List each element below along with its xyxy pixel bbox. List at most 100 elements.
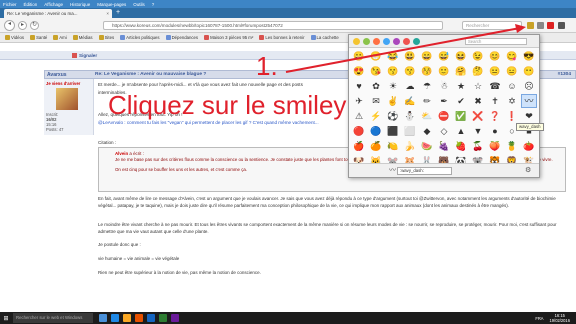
- emoji-cell[interactable]: ⬛: [385, 124, 401, 138]
- menu-item[interactable]: Fichier: [3, 2, 17, 7]
- post-author[interactable]: Avarxus: [47, 72, 67, 78]
- word-icon[interactable]: [147, 314, 155, 322]
- menu-item[interactable]: Historique: [70, 2, 90, 7]
- emoji-cell[interactable]: 🍌: [402, 139, 418, 153]
- food-category-icon[interactable]: [373, 38, 380, 45]
- emoji-cell[interactable]: ☀: [385, 79, 401, 93]
- emoji-cell[interactable]: 🍅: [521, 139, 537, 153]
- emoji-cell[interactable]: ❗: [504, 109, 520, 123]
- emoji-cell[interactable]: ✖: [470, 94, 486, 108]
- emoji-cell[interactable]: 😶: [521, 64, 537, 78]
- menu-icon[interactable]: [558, 22, 565, 29]
- bookmark-item[interactable]: Articles politiques: [118, 35, 161, 40]
- emoji-cell[interactable]: 😆: [453, 49, 469, 63]
- emoji-cell[interactable]: ●: [487, 124, 503, 138]
- url-bar[interactable]: https://www.koreus.com/modules/newbb/top…: [103, 21, 443, 30]
- browser-tab[interactable]: Re: Le Veganisme : Avenir ou ma... ×: [4, 9, 112, 18]
- emoji-cell[interactable]: ◇: [436, 124, 452, 138]
- firefox-icon[interactable]: [135, 314, 143, 322]
- emoji-cell[interactable]: 🙂: [436, 64, 452, 78]
- emoji-cell[interactable]: ⛔: [436, 109, 452, 123]
- emoji-cell[interactable]: 🍒: [470, 139, 486, 153]
- emoji-cell[interactable]: 😊: [487, 49, 503, 63]
- gear-icon[interactable]: ⚙: [525, 167, 531, 175]
- emoji-cell[interactable]: 🤗: [453, 64, 469, 78]
- bookmark-item[interactable]: Maison 3 pièces 95 m²: [202, 35, 255, 40]
- menu-item[interactable]: Édition: [24, 2, 38, 7]
- emoji-cell[interactable]: 🍊: [368, 139, 384, 153]
- flags-category-icon[interactable]: [413, 38, 420, 45]
- close-icon[interactable]: ×: [106, 11, 109, 16]
- emoji-cell[interactable]: 😗: [385, 64, 401, 78]
- windows-start-icon[interactable]: ⊞: [0, 312, 12, 324]
- emoji-cell[interactable]: 😃: [402, 49, 418, 63]
- post-title[interactable]: Re: Le Veganisme : Avenir ou mauvaise bl…: [95, 72, 206, 77]
- emoji-cell[interactable]: 🍍: [504, 139, 520, 153]
- addon-icon[interactable]: [547, 22, 554, 29]
- emoji-cell[interactable]: ♥: [351, 79, 367, 93]
- emoji-cell[interactable]: 🍉: [419, 139, 435, 153]
- emoji-cell[interactable]: ❌: [470, 109, 486, 123]
- emoji-cell[interactable]: ⛅: [419, 109, 435, 123]
- emoji-cell[interactable]: ✈: [351, 94, 367, 108]
- bookmark-star-icon[interactable]: [527, 22, 534, 29]
- emoji-code-field[interactable]: :wavy_dash:: [397, 167, 452, 175]
- emoji-cell[interactable]: ✉: [368, 94, 384, 108]
- edge-icon[interactable]: [111, 314, 119, 322]
- emoji-cell[interactable]: ☆: [470, 79, 486, 93]
- excel-icon[interactable]: [159, 314, 167, 322]
- emoji-cell[interactable]: ⚽: [385, 109, 401, 123]
- emoji-cell[interactable]: ✝: [487, 94, 503, 108]
- menu-item[interactable]: Outils: [133, 2, 145, 7]
- emoji-cell[interactable]: ⬜: [402, 124, 418, 138]
- emoji-cell[interactable]: 🍎: [351, 139, 367, 153]
- emoji-cell[interactable]: ◆: [419, 124, 435, 138]
- emoji-cell[interactable]: ☂: [419, 79, 435, 93]
- bookmark-item[interactable]: Dépendances: [164, 35, 201, 40]
- bookmark-item[interactable]: Médias: [71, 35, 95, 40]
- emoji-cell[interactable]: ⚡: [368, 109, 384, 123]
- bookmark-item[interactable]: Santé: [28, 35, 49, 40]
- emoji-cell[interactable]: ☺: [504, 79, 520, 93]
- emoji-cell[interactable]: 🤔: [470, 64, 486, 78]
- emoji-cell[interactable]: ☹: [521, 79, 537, 93]
- emoji-cell[interactable]: ✒: [436, 94, 452, 108]
- objects-category-icon[interactable]: [393, 38, 400, 45]
- emoji-cell[interactable]: 😚: [419, 64, 435, 78]
- bookmark-item[interactable]: Les bonnes à retenir: [257, 35, 306, 40]
- emoji-cell[interactable]: 🍇: [436, 139, 452, 153]
- emoji-cell[interactable]: 😐: [487, 64, 503, 78]
- bookmark-item[interactable]: Vidéos: [3, 35, 26, 40]
- clock[interactable]: 16:15 19/02/2016: [550, 313, 571, 323]
- emoji-cell[interactable]: ✏: [419, 94, 435, 108]
- smiley-category-icon[interactable]: [353, 38, 360, 45]
- emoji-cell[interactable]: ✌: [385, 94, 401, 108]
- emoji-cell[interactable]: ☃: [436, 79, 452, 93]
- emoji-search-input[interactable]: Search: [465, 38, 527, 45]
- emoji-cell[interactable]: 🔵: [368, 124, 384, 138]
- post-number[interactable]: #1304: [558, 72, 571, 77]
- emoji-cell[interactable]: 🔴: [351, 124, 367, 138]
- reload-button[interactable]: ↻: [30, 21, 39, 30]
- emoji-cell[interactable]: ✔: [453, 94, 469, 108]
- emoji-cell[interactable]: 🍓: [453, 139, 469, 153]
- language-indicator[interactable]: FRA: [535, 316, 543, 321]
- emoji-cell[interactable]: ✡: [504, 94, 520, 108]
- new-tab-button[interactable]: +: [116, 9, 120, 17]
- emoji-cell[interactable]: ✍: [402, 94, 418, 108]
- app-icon[interactable]: [171, 314, 179, 322]
- bookmark-item[interactable]: La cachette: [309, 35, 341, 40]
- menu-item[interactable]: ?: [152, 2, 155, 7]
- emoji-cell[interactable]: 😄: [419, 49, 435, 63]
- emoji-cell[interactable]: ✿: [368, 79, 384, 93]
- downloads-icon[interactable]: [537, 22, 544, 29]
- emoji-cell[interactable]: 😎: [521, 49, 537, 63]
- report-link[interactable]: Signaler: [79, 53, 97, 58]
- emoji-cell[interactable]: ⛄: [402, 109, 418, 123]
- emoji-cell[interactable]: ⚠: [351, 109, 367, 123]
- emoji-cell[interactable]: ❤: [521, 109, 537, 123]
- emoji-cell[interactable]: ▼: [470, 124, 486, 138]
- emoji-cell[interactable]: 😍: [351, 64, 367, 78]
- emoji-cell[interactable]: 😋: [504, 49, 520, 63]
- emoji-cell[interactable]: ☁: [402, 79, 418, 93]
